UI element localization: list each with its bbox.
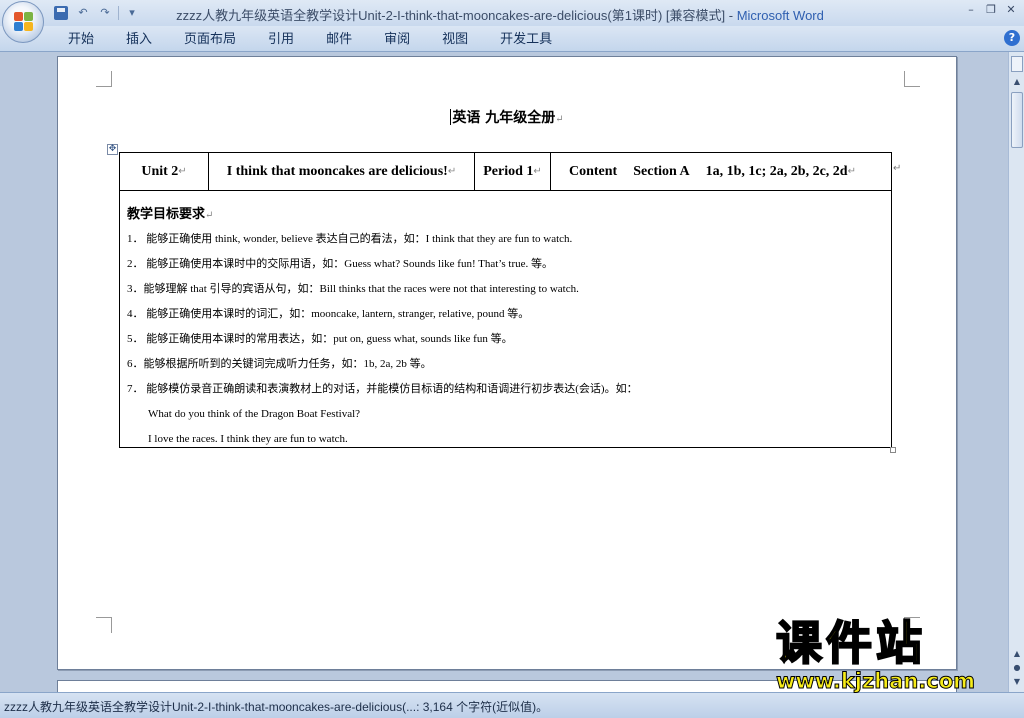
close-button[interactable]: ✕: [1002, 2, 1020, 18]
unit-text: Unit 2: [141, 163, 179, 179]
cell-mark: ↵: [847, 166, 856, 177]
scroll-thumb[interactable]: [1011, 92, 1023, 148]
cell-mark: ↵: [178, 166, 187, 177]
status-text: zzzz人教九年级英语全教学设计Unit-2-I-think-that-moon…: [4, 700, 549, 714]
goal-item: 5． 能够正确使用本课时的常用表达，如：put on, guess what, …: [127, 333, 513, 345]
restore-button[interactable]: ❐: [982, 2, 1000, 18]
activities-text: 1a, 1b, 1c; 2a, 2b, 2c, 2d: [705, 163, 848, 179]
customize-qat-icon[interactable]: ▾: [123, 5, 141, 21]
tab-developer[interactable]: 开发工具: [490, 30, 562, 50]
goal-item: 4． 能够正确使用本课时的词汇，如：mooncake, lantern, str…: [127, 308, 530, 320]
goals-heading: 教学目标要求↵: [127, 203, 891, 222]
section-text: Section A: [633, 163, 690, 179]
tab-home[interactable]: 开始: [58, 30, 104, 50]
tab-page-layout[interactable]: 页面布局: [174, 30, 246, 50]
tab-references[interactable]: 引用: [258, 30, 304, 50]
ribbon-tabs: 开始 插入 页面布局 引用 邮件 审阅 视图 开发工具: [58, 30, 574, 50]
period-cell[interactable]: Period 1 ↵: [475, 153, 551, 190]
paragraph-mark: ↵: [205, 210, 214, 221]
office-button[interactable]: [2, 1, 44, 43]
row-end-mark: ↵: [893, 163, 902, 174]
tab-review[interactable]: 审阅: [374, 30, 420, 50]
app-name: Microsoft Word: [736, 8, 824, 23]
cell-mark: ↵: [533, 166, 542, 177]
lesson-table[interactable]: Unit 2 ↵ I think that mooncakes are delic…: [119, 152, 892, 448]
watermark-title: 课件站: [775, 616, 926, 670]
goals-cell[interactable]: 教学目标要求↵ 1． 能够正确使用 think, wonder, believe…: [120, 191, 891, 447]
goals-heading-text: 教学目标要求: [127, 207, 206, 222]
goal-item: 1． 能够正确使用 think, wonder, believe 表达自己的看法…: [127, 233, 573, 245]
table-move-handle-icon[interactable]: ✥: [107, 144, 118, 155]
goal-item: 7． 能够模仿录音正确朗读和表演教材上的对话，并能模仿目标语的结构和语调进行初步…: [127, 383, 638, 395]
window-controls: – ❐ ✕: [962, 2, 1020, 18]
document-heading[interactable]: 英语 九年级全册↵: [58, 107, 956, 127]
cell-mark: ↵: [447, 166, 457, 177]
lesson-title-text: I think that mooncakes are delicious!: [226, 163, 448, 179]
qat-divider: [118, 6, 119, 20]
tab-insert[interactable]: 插入: [116, 30, 162, 50]
save-icon[interactable]: [54, 6, 68, 20]
document-page[interactable]: 英语 九年级全册↵ ✥ Unit 2 ↵ I think that mooncak…: [57, 56, 957, 670]
table-resize-handle[interactable]: [890, 447, 896, 453]
period-text: Period 1: [483, 163, 534, 179]
crop-mark-bottom-left: [96, 617, 112, 633]
example-sentence: What do you think of the Dragon Boat Fes…: [148, 408, 361, 420]
title-bar: ↶ ↷ ▾ zzzz人教九年级英语全教学设计Unit-2-I-think-tha…: [0, 0, 1024, 26]
goal-item: 2． 能够正确使用本课时中的交际用语，如：Guess what? Sounds …: [127, 258, 554, 270]
redo-icon[interactable]: ↷: [96, 5, 114, 21]
tab-view[interactable]: 视图: [432, 30, 478, 50]
crop-mark-top-right: [904, 71, 920, 87]
content-label: Content: [569, 163, 618, 179]
paragraph-mark: ↵: [555, 114, 564, 125]
document-workspace[interactable]: 英语 九年级全册↵ ✥ Unit 2 ↵ I think that mooncak…: [0, 52, 1008, 692]
watermark-logo: 课件站 www.kjzhan.com: [775, 616, 1016, 697]
quick-access-toolbar: ↶ ↷ ▾: [52, 4, 141, 22]
view-ruler-button[interactable]: [1011, 56, 1023, 72]
scroll-up-arrow-icon[interactable]: ▲: [1011, 76, 1023, 88]
title-cell[interactable]: I think that mooncakes are delicious! ↵: [209, 153, 475, 190]
example-sentence: I love the races. I think they are fun t…: [148, 433, 348, 445]
office-logo-icon: [14, 12, 34, 32]
undo-icon[interactable]: ↶: [74, 5, 92, 21]
help-icon[interactable]: ?: [1004, 30, 1020, 46]
title-separator: -: [725, 8, 737, 23]
minimize-button[interactable]: –: [962, 2, 980, 18]
ribbon-tab-bar: 开始 插入 页面布局 引用 邮件 审阅 视图 开发工具 ?: [0, 26, 1024, 52]
heading-text: 英语 九年级全册: [452, 110, 556, 126]
goal-item: 6．能够根据所听到的关键词完成听力任务，如：1b, 2a, 2b 等。: [127, 358, 432, 370]
tab-mailings[interactable]: 邮件: [316, 30, 362, 50]
vertical-scrollbar[interactable]: ▲ ▲ ● ▼: [1008, 52, 1024, 692]
watermark-url: www.kjzhan.com: [776, 669, 976, 694]
document-title: zzzz人教九年级英语全教学设计Unit-2-I-think-that-moon…: [176, 8, 726, 23]
unit-cell[interactable]: Unit 2 ↵: [120, 153, 209, 190]
crop-mark-top-left: [96, 71, 112, 87]
goal-item: 3．能够理解 that 引导的宾语从句，如：Bill thinks that t…: [127, 283, 579, 295]
content-cell[interactable]: Content Section A 1a, 1b, 1c; 2a, 2b, 2c, …: [551, 153, 891, 190]
window-title: zzzz人教九年级英语全教学设计Unit-2-I-think-that-moon…: [150, 5, 850, 24]
table-header-row: Unit 2 ↵ I think that mooncakes are delic…: [120, 153, 891, 191]
